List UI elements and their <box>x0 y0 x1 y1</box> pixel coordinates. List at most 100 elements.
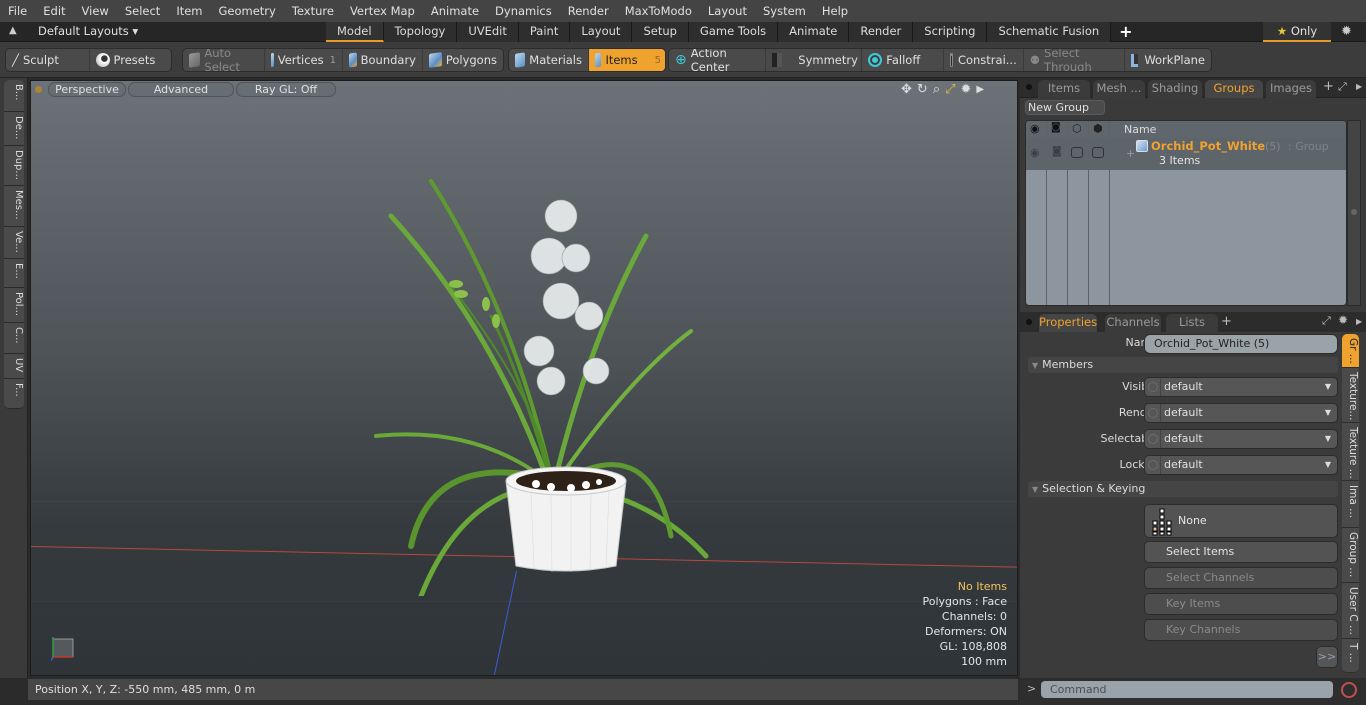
collapse-up-icon[interactable]: ▲ <box>9 25 17 36</box>
raygl-button[interactable]: Ray GL: Off <box>236 82 336 97</box>
tab-shading[interactable]: Shading <box>1148 80 1202 98</box>
lock-cube-icon[interactable]: ⬡ <box>1072 122 1082 135</box>
row-visibility-icon[interactable]: ◉ <box>1030 146 1040 159</box>
items-button[interactable]: Items 5 <box>589 49 665 71</box>
panel-gear-icon[interactable]: ✹ <box>1338 313 1348 327</box>
workplane-button[interactable]: WorkPlane <box>1125 49 1211 71</box>
command-input[interactable]: Command <box>1041 681 1333 698</box>
viewport-status-dot[interactable] <box>35 86 42 93</box>
panel-dot-icon[interactable] <box>1026 84 1032 90</box>
row-lock-checkbox[interactable] <box>1071 147 1083 158</box>
3d-viewport[interactable]: Perspective Advanced Ray GL: Off ✥ ↻ ⌕ ⤢… <box>30 80 1018 676</box>
viewport-settings-icon[interactable]: ✹ <box>961 82 972 98</box>
expand-arrow-icon[interactable]: ▶ <box>976 82 984 98</box>
left-tab-vertex[interactable]: Ve... <box>4 227 24 259</box>
side-tab-texture-1[interactable]: Texture... <box>1342 368 1359 423</box>
visible-dropdown[interactable]: default ▼ <box>1144 377 1338 397</box>
tab-scripting[interactable]: Scripting <box>913 22 988 42</box>
selection-keying-section[interactable]: ▼ Selection & Keying <box>1028 481 1338 497</box>
expand-plus-icon[interactable]: + <box>1126 147 1135 160</box>
tab-animate[interactable]: Animate <box>778 22 850 42</box>
layout-dropdown[interactable]: Default Layouts ▾ <box>38 24 138 38</box>
more-button[interactable]: >> <box>1316 646 1338 668</box>
menu-view[interactable]: View <box>74 0 117 22</box>
add-property-tab-icon[interactable]: + <box>1221 314 1232 329</box>
select-through-button[interactable]: ⚉ Select Through <box>1024 49 1125 71</box>
locked-dropdown[interactable]: default ▼ <box>1144 455 1338 475</box>
new-group-button[interactable]: New Group <box>1025 100 1105 115</box>
menu-file[interactable]: File <box>0 0 35 22</box>
menu-item[interactable]: Item <box>168 0 210 22</box>
menu-layout[interactable]: Layout <box>700 0 755 22</box>
menu-texture[interactable]: Texture <box>284 0 342 22</box>
menu-system[interactable]: System <box>755 0 814 22</box>
tab-setup[interactable]: Setup <box>632 22 689 42</box>
render-camera-icon[interactable]: ◙ <box>1051 122 1061 133</box>
presets-button[interactable]: Presets <box>90 49 172 71</box>
rotate-icon[interactable]: ↻ <box>917 82 928 98</box>
orchid-pot-model[interactable] <box>371 176 711 596</box>
expand-panel-icon[interactable]: ⤢ <box>1338 80 1347 94</box>
left-tab-duplicate[interactable]: Dup... <box>4 146 24 186</box>
tab-properties[interactable]: Properties <box>1039 314 1097 332</box>
tab-layout[interactable]: Layout <box>570 22 633 42</box>
maximize-icon[interactable]: ⤢ <box>945 82 955 98</box>
left-tab-edge[interactable]: E... <box>4 259 24 288</box>
left-tab-fusion[interactable]: F... <box>4 379 24 409</box>
sculpt-button[interactable]: ╱ Sculpt <box>6 49 90 71</box>
scroll-handle[interactable] <box>1351 209 1357 215</box>
groups-scrollbar[interactable] <box>1347 120 1361 306</box>
constraints-button[interactable]: Constrai... <box>944 49 1024 71</box>
groups-list[interactable]: ◉ ◙ ⬡ ⬢ Name ◉ ◙ + Orchid_Pot_White (5) … <box>1025 120 1347 306</box>
side-tab-texture-2[interactable]: Texture ... <box>1342 423 1359 481</box>
left-tab-polygon[interactable]: Pol... <box>4 288 24 323</box>
vertices-button[interactable]: Vertices 1 <box>265 49 343 71</box>
row-render-icon[interactable]: ◙ <box>1052 146 1062 157</box>
record-icon[interactable] <box>1341 682 1357 698</box>
only-button[interactable]: ★ Only <box>1263 22 1331 42</box>
menu-geometry[interactable]: Geometry <box>211 0 284 22</box>
side-tab-group[interactable]: Gr ... <box>1342 334 1359 368</box>
tab-model[interactable]: Model <box>326 22 384 42</box>
key-channels-button[interactable]: Key Channels <box>1144 619 1338 641</box>
side-tab-image[interactable]: Ima ... <box>1342 481 1359 528</box>
menu-help[interactable]: Help <box>814 0 856 22</box>
tab-mesh[interactable]: Mesh ... <box>1093 80 1145 98</box>
menu-render[interactable]: Render <box>560 0 617 22</box>
side-tab-tags[interactable]: T ... <box>1342 639 1359 673</box>
tab-uvedit[interactable]: UVEdit <box>457 22 519 42</box>
panel-dot-icon[interactable] <box>1026 319 1032 325</box>
left-tab-uv[interactable]: UV <box>4 354 24 379</box>
boundary-button[interactable]: Boundary <box>343 49 423 71</box>
view-mode-button[interactable]: Perspective <box>48 82 126 97</box>
select-channels-button[interactable]: Select Channels <box>1144 567 1338 589</box>
add-tab-button[interactable]: + <box>1111 22 1140 42</box>
polygons-button[interactable]: Polygons <box>423 49 503 71</box>
name-field[interactable]: Orchid_Pot_White (5) <box>1144 334 1338 354</box>
gear-icon[interactable]: ✹ <box>1341 24 1352 39</box>
group-row[interactable]: ◉ ◙ + Orchid_Pot_White (5) : Group 3 Ite… <box>1026 138 1346 170</box>
shading-mode-button[interactable]: Advanced <box>128 82 234 97</box>
materials-button[interactable]: Materials <box>509 49 589 71</box>
action-center-button[interactable]: ⊕ Action Center <box>669 49 767 71</box>
falloff-button[interactable]: Falloff <box>862 49 944 71</box>
tab-schematic-fusion[interactable]: Schematic Fusion <box>987 22 1112 42</box>
tab-channels[interactable]: Channels <box>1105 314 1161 332</box>
left-tab-mesh-edit[interactable]: Mes... <box>4 186 24 227</box>
side-tab-group-2[interactable]: Group ... <box>1342 528 1359 583</box>
tab-lists[interactable]: Lists <box>1166 314 1218 332</box>
panel-menu-arrow-icon[interactable]: ▶ <box>1356 82 1362 91</box>
zoom-icon[interactable]: ⌕ <box>933 82 940 98</box>
none-hierarchy-button[interactable]: None <box>1144 504 1338 538</box>
render-dropdown[interactable]: default ▼ <box>1144 403 1338 423</box>
menu-dynamics[interactable]: Dynamics <box>487 0 560 22</box>
key-items-button[interactable]: Key Items <box>1144 593 1338 615</box>
menu-maxtomodo[interactable]: MaxToModo <box>617 0 700 22</box>
tab-images[interactable]: Images <box>1266 80 1316 98</box>
select-items-button[interactable]: Select Items <box>1144 541 1338 563</box>
tab-topology[interactable]: Topology <box>383 22 458 42</box>
tab-game-tools[interactable]: Game Tools <box>688 22 779 42</box>
select-cube-icon[interactable]: ⬢ <box>1093 122 1103 135</box>
panel-menu-arrow-icon[interactable]: ▶ <box>1356 317 1362 326</box>
tab-items[interactable]: Items <box>1038 80 1090 98</box>
